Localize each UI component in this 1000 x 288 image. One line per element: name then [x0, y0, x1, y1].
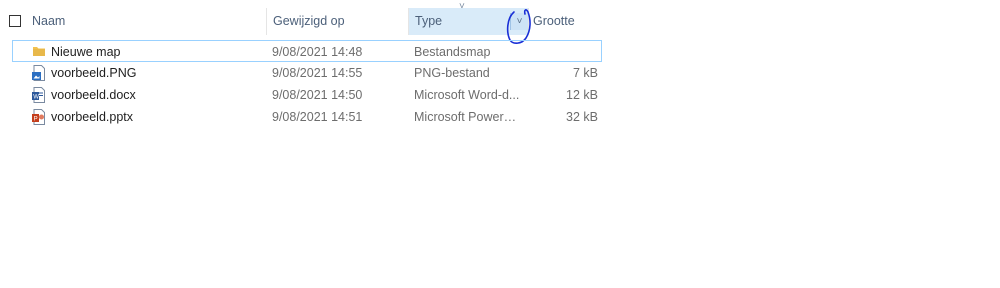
- column-header-name-label: Naam: [32, 14, 66, 28]
- file-size: 12 kB: [566, 88, 598, 102]
- sort-chevron-icon: ˅: [459, 1, 465, 12]
- word-file-icon: W: [32, 84, 48, 106]
- column-header-row: Naam Gewijzigd op Type ˅ ˅ Grootte: [0, 2, 610, 44]
- column-header-type-label: Type: [415, 14, 443, 28]
- file-row[interactable]: W voorbeeld.docx 9/08/2021 14:50 Microso…: [0, 84, 610, 106]
- column-header-modified-label: Gewijzigd op: [273, 14, 345, 28]
- file-type: Microsoft Word-d...: [414, 88, 520, 102]
- column-filter-dropdown-button[interactable]: ˅: [510, 13, 528, 30]
- file-modified: 9/08/2021 14:55: [272, 66, 363, 80]
- column-header-size-label: Grootte: [533, 14, 575, 28]
- file-size: 32 kB: [566, 110, 598, 124]
- folder-icon: [32, 41, 48, 63]
- file-list: Nieuwe map 9/08/2021 14:48 Bestandsmap v…: [0, 40, 610, 128]
- file-row[interactable]: Nieuwe map 9/08/2021 14:48 Bestandsmap: [12, 40, 602, 62]
- column-header-name[interactable]: Naam: [8, 8, 266, 35]
- file-type: PNG-bestand: [414, 66, 490, 80]
- file-explorer: Naam Gewijzigd op Type ˅ ˅ Grootte Nieuw…: [0, 0, 1000, 288]
- svg-text:W: W: [33, 95, 39, 101]
- file-name: Nieuwe map: [51, 45, 121, 59]
- file-row[interactable]: P voorbeeld.pptx 9/08/2021 14:51 Microso…: [0, 106, 610, 128]
- powerpoint-file-icon: P: [32, 106, 48, 128]
- file-modified: 9/08/2021 14:50: [272, 88, 363, 102]
- column-header-modified[interactable]: Gewijzigd op: [266, 8, 408, 35]
- column-header-size[interactable]: Grootte: [528, 8, 606, 35]
- file-modified: 9/08/2021 14:51: [272, 110, 363, 124]
- file-name: voorbeeld.docx: [51, 88, 136, 102]
- file-row[interactable]: voorbeeld.PNG 9/08/2021 14:55 PNG-bestan…: [0, 62, 610, 84]
- file-type: Microsoft PowerPo...: [414, 110, 524, 124]
- column-header-type[interactable]: Type ˅ ˅: [408, 2, 528, 35]
- image-file-icon: [32, 62, 48, 84]
- file-name: voorbeeld.pptx: [51, 110, 134, 124]
- file-name: voorbeeld.PNG: [51, 66, 137, 80]
- chevron-down-icon: ˅: [516, 16, 523, 27]
- select-all-checkbox[interactable]: [9, 15, 21, 27]
- file-type: Bestandsmap: [414, 45, 491, 59]
- svg-text:P: P: [34, 117, 38, 123]
- file-modified: 9/08/2021 14:48: [272, 45, 363, 59]
- file-size: 7 kB: [572, 66, 598, 80]
